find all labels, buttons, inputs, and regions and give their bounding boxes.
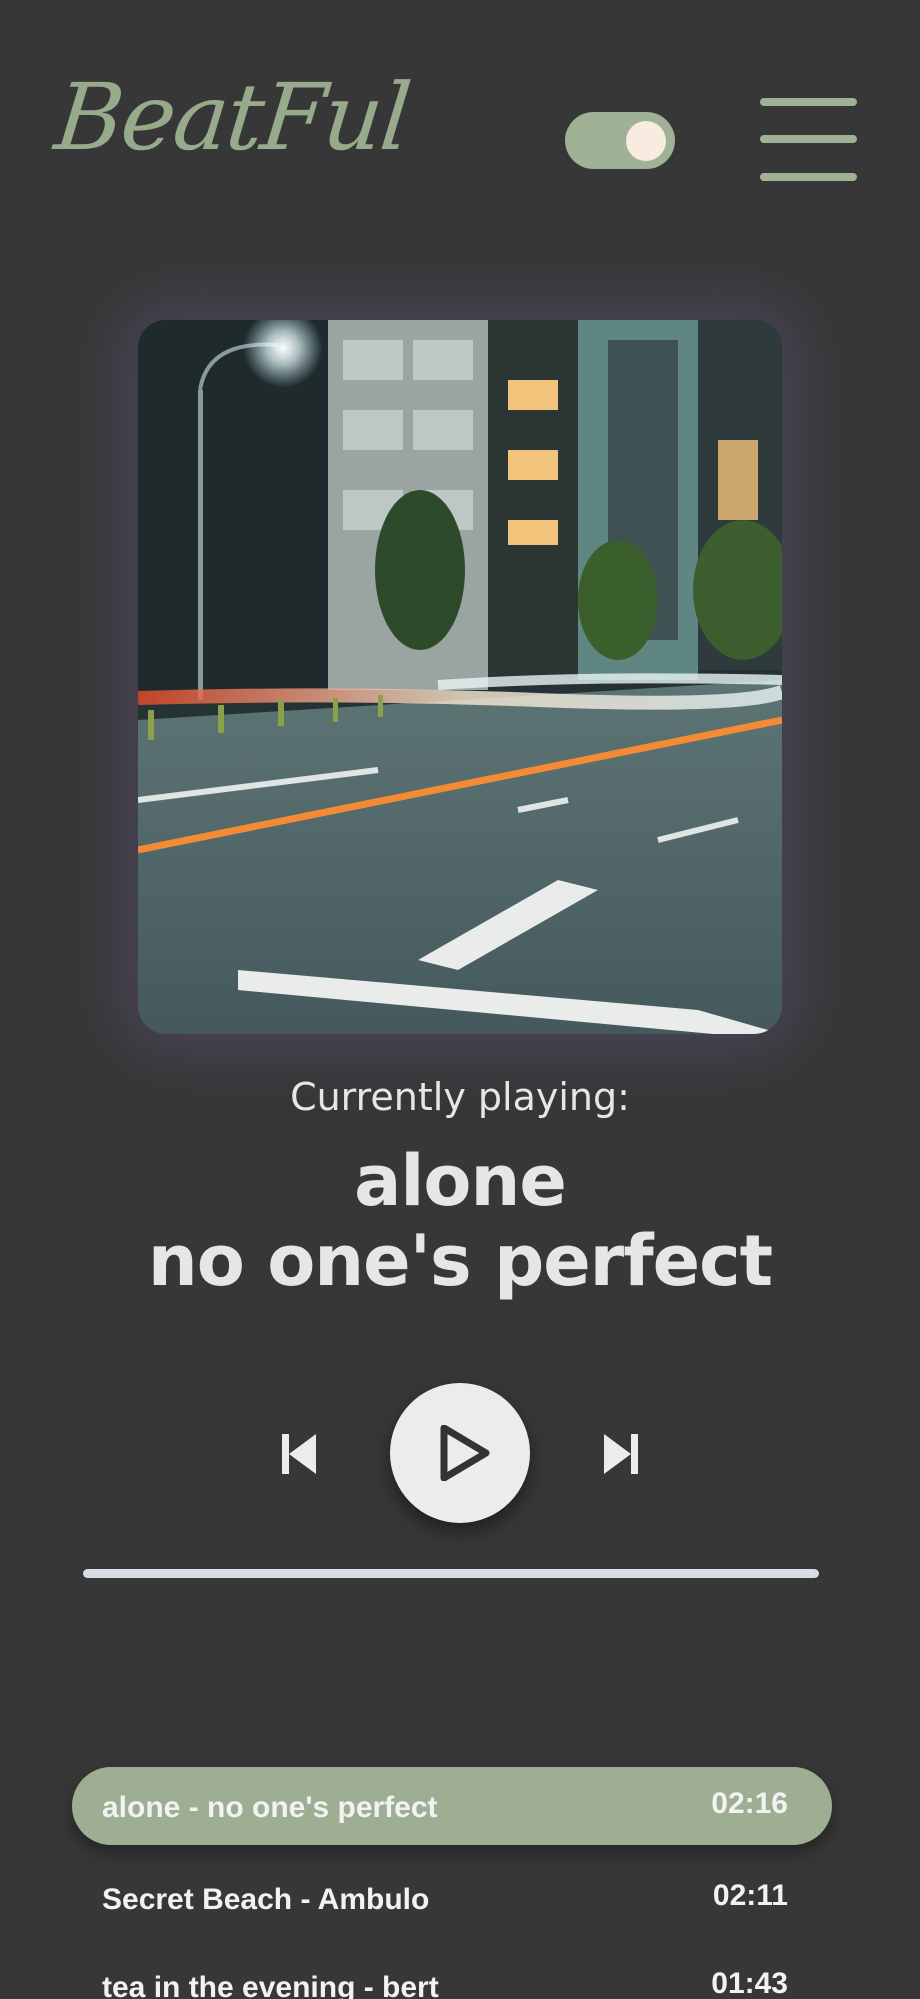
playlist-item-title: tea in the evening - bert [102,1971,439,1999]
playlist-item-duration: 01:43 [711,1967,788,1999]
playlist-item-duration: 02:16 [711,1787,788,1820]
playlist-item-duration: 02:11 [712,1879,788,1912]
playlist-item-title: Secret Beach - Ambulo [102,1883,430,1916]
menu-button[interactable] [760,98,857,181]
playlist-item[interactable]: Secret Beach - Ambulo 02:11 [72,1859,832,1937]
next-track-button[interactable] [600,1430,640,1478]
artist-name: no one's perfect [147,1220,773,1302]
play-icon [440,1425,490,1481]
app-logo[interactable]: BeatFul [50,64,414,171]
now-playing-label: Currently playing: [290,1075,630,1119]
playlist-item[interactable]: alone - no one's perfect 02:16 [72,1767,832,1845]
theme-toggle[interactable] [565,112,675,169]
progress-bar[interactable] [83,1569,819,1578]
previous-track-button[interactable] [280,1430,320,1478]
playlist-item[interactable]: tea in the evening - bert 01:43 [72,1947,832,1999]
track-title: alone no one's perfect [0,1141,920,1301]
toggle-knob [626,121,666,161]
playlist-item-title: alone - no one's perfect [102,1791,438,1824]
skip-next-icon [604,1434,638,1474]
track-name: alone [354,1140,567,1222]
album-art [138,320,782,1034]
play-button[interactable] [390,1383,530,1523]
skip-previous-icon [282,1434,316,1474]
